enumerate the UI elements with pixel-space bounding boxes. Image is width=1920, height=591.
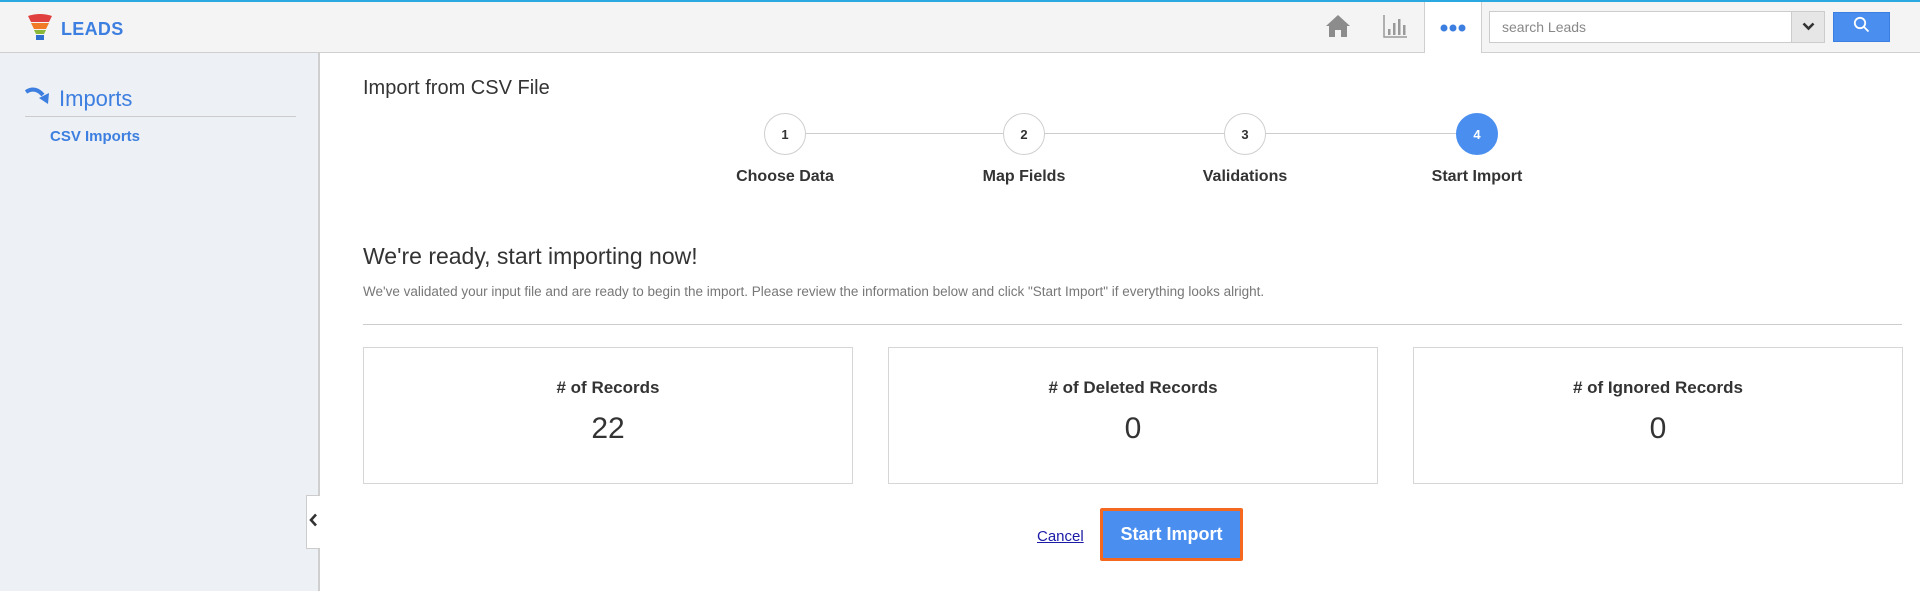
stat-label: # of Deleted Records	[1048, 378, 1218, 397]
app-logo[interactable]: LEADS	[27, 13, 124, 46]
home-button[interactable]	[1322, 12, 1354, 44]
import-arrow-icon	[24, 86, 51, 111]
funnel-logo-icon	[27, 13, 53, 46]
step-start-import: 4 Start Import	[1397, 113, 1557, 186]
stat-value: 22	[591, 412, 625, 445]
search-input[interactable]	[1490, 12, 1791, 42]
top-bar: LEADS	[0, 0, 1920, 53]
stat-value: 0	[1124, 412, 1142, 445]
step-choose-data: 1 Choose Data	[705, 113, 865, 186]
stat-card-ignored-records: # of Ignored Records 0	[1413, 347, 1903, 484]
search-button[interactable]	[1833, 12, 1890, 42]
reports-button[interactable]	[1379, 12, 1411, 44]
search-filter-dropdown[interactable]	[1791, 12, 1824, 42]
more-dots-icon	[1440, 19, 1466, 37]
more-menu-button[interactable]	[1424, 2, 1482, 53]
chevron-left-icon	[309, 513, 318, 532]
stat-label: # of Records	[556, 378, 660, 397]
sidebar-item-csv-imports[interactable]: CSV Imports	[50, 128, 140, 145]
section-divider	[363, 324, 1902, 325]
sidebar-collapse-button[interactable]	[306, 495, 320, 549]
stat-card-records: # of Records 22	[363, 347, 853, 484]
search-box	[1489, 11, 1825, 43]
step-label: Choose Data	[736, 168, 834, 185]
stat-value: 0	[1649, 412, 1667, 445]
ready-heading: We're ready, start importing now!	[363, 243, 698, 269]
sidebar: Imports CSV Imports	[0, 53, 320, 591]
step-map-fields: 2 Map Fields	[944, 113, 1104, 186]
step-label: Map Fields	[982, 168, 1066, 185]
stat-label: # of Ignored Records	[1572, 378, 1744, 397]
chevron-down-icon	[1802, 18, 1815, 36]
home-icon	[1325, 14, 1351, 43]
search-icon	[1853, 16, 1870, 38]
page-title: Import from CSV File	[363, 77, 550, 99]
step-number: 3	[1224, 113, 1266, 155]
step-label: Start Import	[1431, 168, 1523, 185]
main-content: Import from CSV File 1 Choose Data 2 Map…	[322, 53, 1920, 591]
import-stepper: 1 Choose Data 2 Map Fields 3 Validations…	[322, 113, 1920, 193]
step-label: Validations	[1202, 168, 1288, 185]
cancel-link[interactable]: Cancel	[1037, 528, 1084, 545]
step-number-active: 4	[1456, 113, 1498, 155]
step-number: 2	[1003, 113, 1045, 155]
step-number: 1	[764, 113, 806, 155]
sidebar-section-label: Imports	[59, 85, 133, 111]
sidebar-section-imports: Imports	[24, 81, 296, 117]
step-validations: 3 Validations	[1165, 113, 1325, 186]
stepper-connector	[806, 133, 1484, 134]
stat-card-deleted-records: # of Deleted Records 0	[888, 347, 1378, 484]
bar-chart-icon	[1382, 13, 1408, 44]
app-title: LEADS	[61, 19, 124, 39]
ready-description: We've validated your input file and are …	[363, 284, 1265, 299]
start-import-button[interactable]: Start Import	[1100, 508, 1243, 561]
